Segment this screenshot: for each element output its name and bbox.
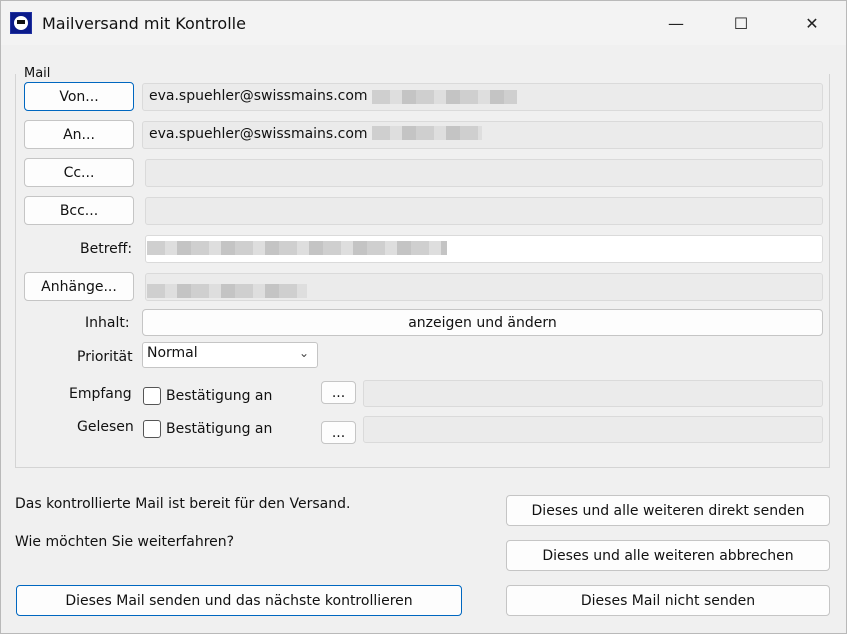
bcc-button[interactable]: Bcc... xyxy=(24,196,134,225)
prioritaet-label: Priorität xyxy=(77,349,133,365)
cancel-all-button[interactable]: Dieses und alle weiteren abbrechen xyxy=(506,540,830,571)
betreff-label: Betreff: xyxy=(80,241,133,257)
von-value: eva.spuehler@swissmains.com xyxy=(149,88,368,104)
send-all-button[interactable]: Dieses und alle weiteren direkt senden xyxy=(506,495,830,526)
mail-group-label: Mail xyxy=(24,66,51,81)
maximize-button[interactable]: ☐ xyxy=(718,1,764,45)
gelesen-ellipsis-button[interactable]: ... xyxy=(321,421,356,444)
dont-send-button[interactable]: Dieses Mail nicht senden xyxy=(506,585,830,616)
gelesen-bestaetigung-label: Bestätigung an xyxy=(166,421,273,437)
redacted-area xyxy=(147,241,447,255)
prioritaet-value: Normal xyxy=(147,345,198,361)
inhalt-label: Inhalt: xyxy=(85,315,130,331)
inhalt-button[interactable]: anzeigen und ändern xyxy=(142,309,823,336)
redacted-area xyxy=(372,126,482,140)
bcc-field[interactable] xyxy=(145,197,823,225)
empfang-bestaetigung-label: Bestätigung an xyxy=(166,388,273,404)
prioritaet-dropdown[interactable]: Normal ⌄ xyxy=(142,342,318,368)
dialog-window: Mailversand mit Kontrolle — ☐ ✕ Mail Von… xyxy=(0,0,847,634)
anhaenge-button[interactable]: Anhänge... xyxy=(24,272,134,301)
von-button[interactable]: Von... xyxy=(24,82,134,111)
gelesen-address-field[interactable] xyxy=(363,416,823,443)
gelesen-label: Gelesen xyxy=(77,419,134,435)
close-button[interactable]: ✕ xyxy=(789,1,835,45)
window-title: Mailversand mit Kontrolle xyxy=(42,14,246,33)
cc-field[interactable] xyxy=(145,159,823,187)
title-bar: Mailversand mit Kontrolle — ☐ ✕ xyxy=(1,1,846,45)
redacted-area xyxy=(147,284,307,298)
an-field[interactable]: eva.spuehler@swissmains.com xyxy=(142,121,823,149)
an-button[interactable]: An... xyxy=(24,120,134,149)
status-ready-text: Das kontrollierte Mail ist bereit für de… xyxy=(15,496,351,512)
status-question-text: Wie möchten Sie weiterfahren? xyxy=(15,534,235,550)
gelesen-checkbox[interactable] xyxy=(143,420,161,438)
empfang-address-field[interactable] xyxy=(363,380,823,407)
an-value: eva.spuehler@swissmains.com xyxy=(149,126,368,142)
app-logo-icon xyxy=(10,12,32,34)
empfang-ellipsis-button[interactable]: ... xyxy=(321,381,356,404)
minimize-button[interactable]: — xyxy=(653,1,699,45)
redacted-area xyxy=(372,90,517,104)
empfang-label: Empfang xyxy=(69,386,132,402)
empfang-checkbox[interactable] xyxy=(143,387,161,405)
chevron-down-icon: ⌄ xyxy=(298,346,309,360)
send-and-check-next-button[interactable]: Dieses Mail senden und das nächste kontr… xyxy=(16,585,462,616)
cc-button[interactable]: Cc... xyxy=(24,158,134,187)
